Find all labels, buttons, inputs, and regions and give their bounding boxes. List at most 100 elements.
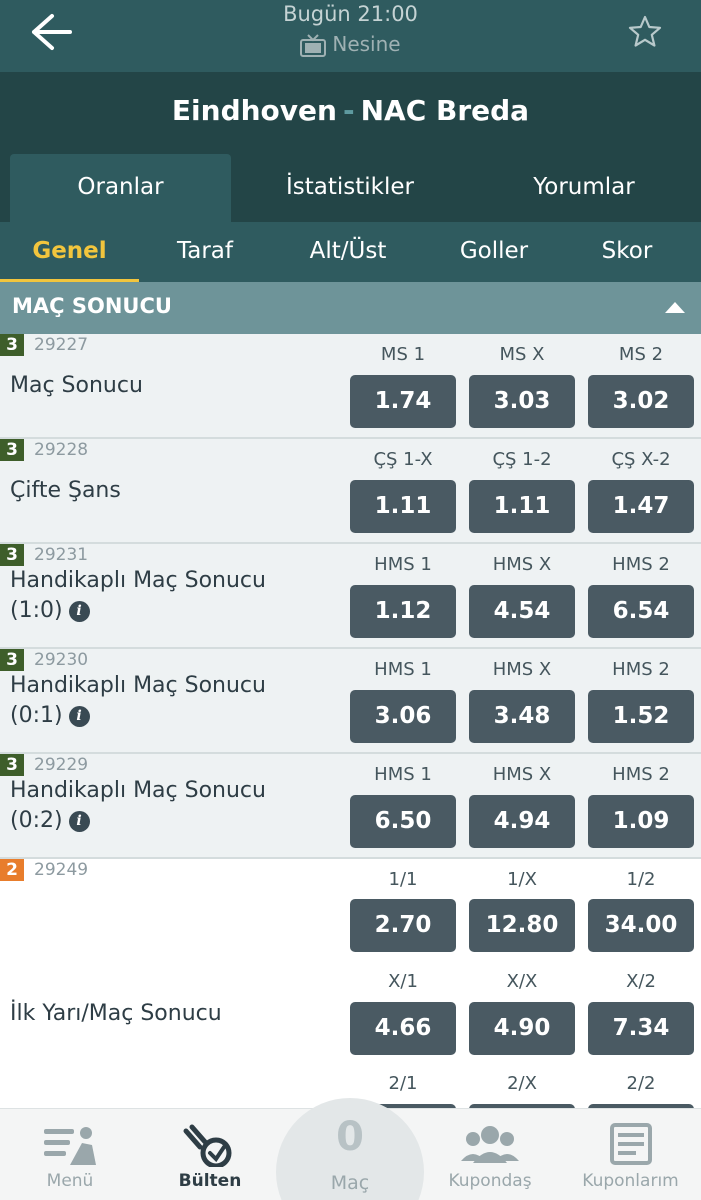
odds-button[interactable]: 1.47 [588, 480, 694, 533]
market-row: 3 29229 Handikaplı Maç Sonucu (0:2) i HMS … [0, 754, 701, 859]
odds-button[interactable]: 1.12 [350, 585, 456, 638]
subtab-genel[interactable]: Genel [0, 222, 139, 282]
odds-label: 1/X [507, 869, 537, 890]
market-code: 29249 [34, 860, 89, 880]
market-name-text: İlk Yarı/Maç Sonucu [10, 1001, 222, 1026]
community-icon [461, 1126, 519, 1163]
section-title: MAÇ SONUCU [12, 294, 172, 318]
market-name-text: Handikaplı Maç Sonucu [10, 568, 266, 593]
subtab-alt-ust[interactable]: Alt/Üst [271, 222, 425, 282]
odds-button[interactable]: 12.80 [469, 899, 575, 952]
odds-label: MS 1 [380, 344, 426, 365]
team-separator: - [342, 94, 355, 127]
market-row: 3 29231 Handikaplı Maç Sonucu (1:0) i HMS … [0, 544, 701, 649]
main-tabs: Oranlar İstatistikler Yorumlar [0, 154, 701, 222]
market-handicap: (0:2) [10, 808, 63, 833]
odds-label: HMS 1 [374, 764, 432, 785]
odds-button[interactable]: 3.03 [469, 375, 575, 428]
market-badge: 3 [0, 649, 24, 671]
menu-icon [44, 1127, 96, 1165]
odds-label: X/1 [388, 971, 418, 992]
tab-yorumlar[interactable]: Yorumlar [470, 154, 698, 222]
odds-label: MS X [499, 344, 545, 365]
odds-button[interactable]: 3.02 [588, 375, 694, 428]
odds-button[interactable]: 4.94 [469, 795, 575, 848]
market-code: 29231 [34, 545, 89, 565]
market-badge: 3 [0, 334, 24, 356]
top-bar: Bugün 21:00 Nesine [0, 0, 701, 72]
odds-label: 2/2 [626, 1073, 656, 1094]
odds-button[interactable]: 3.06 [350, 690, 456, 743]
subtab-goller[interactable]: Goller [425, 222, 563, 282]
away-team: NAC Breda [360, 94, 530, 127]
odds-button[interactable]: 3.48 [469, 690, 575, 743]
market-row-htft: 2 29249 İlk Yarı/Maç Sonucu 1/1 1/X 1/2 … [0, 859, 701, 1119]
odds-label: HMS X [492, 659, 552, 680]
info-icon[interactable]: i [68, 810, 90, 832]
collapse-caret-icon[interactable] [664, 300, 686, 314]
market-handicap: (0:1) [10, 703, 63, 728]
nav-kuponlarim[interactable]: Kuponlarım [560, 1109, 701, 1200]
odds-label: ÇŞ X-2 [611, 449, 671, 470]
market-badge: 3 [0, 754, 24, 776]
market-name-text: Handikaplı Maç Sonucu [10, 673, 266, 698]
odds-label: 2/X [507, 1073, 537, 1094]
odds-button[interactable]: 1.74 [350, 375, 456, 428]
odds-button[interactable]: 1.52 [588, 690, 694, 743]
market-name-text: Handikaplı Maç Sonucu [10, 778, 266, 803]
odds-label: 1/2 [626, 869, 656, 890]
basket-label: Maç [330, 1172, 370, 1194]
market-badge: 3 [0, 544, 24, 566]
nav-menu-label: Menü [46, 1171, 94, 1191]
tv-icon [300, 33, 327, 57]
section-header[interactable]: MAÇ SONUCU [0, 282, 701, 334]
odds-label: X/2 [626, 971, 656, 992]
market-handicap: (1:0) [10, 598, 63, 623]
tab-istatistikler[interactable]: İstatistikler [240, 154, 460, 222]
nav-bulten[interactable]: Bülten [140, 1109, 280, 1200]
odds-label: ÇŞ 1-X [373, 449, 433, 470]
favorite-star-icon[interactable] [627, 14, 663, 50]
market-name: Maç Sonucu [10, 371, 340, 401]
odds-label: HMS 2 [612, 764, 670, 785]
market-code: 29230 [34, 650, 89, 670]
basket-button[interactable]: 0 Maç [276, 1098, 424, 1200]
odds-label: ÇŞ 1-2 [492, 449, 552, 470]
info-icon[interactable]: i [68, 600, 90, 622]
market-name: İlk Yarı/Maç Sonucu [10, 999, 340, 1029]
market-row: 3 29228 Çifte Şans ÇŞ 1-X ÇŞ 1-2 ÇŞ X-2 … [0, 439, 701, 544]
nav-kupondas-label: Kupondaş [448, 1171, 532, 1191]
tab-oranlar[interactable]: Oranlar [10, 154, 231, 222]
match-time: Bugün 21:00 [283, 2, 418, 26]
nav-menu[interactable]: Menü [0, 1109, 140, 1200]
odds-button[interactable]: 1.09 [588, 795, 694, 848]
subtab-skor[interactable]: Skor [563, 222, 691, 282]
odds-button[interactable]: 4.54 [469, 585, 575, 638]
odds-button[interactable]: 1.11 [350, 480, 456, 533]
odds-button[interactable]: 2.70 [350, 899, 456, 952]
odds-button[interactable]: 34.00 [588, 899, 694, 952]
basket-count: 0 [336, 1114, 364, 1160]
match-title: Eindhoven - NAC Breda [0, 94, 701, 127]
market-name: Çifte Şans [10, 476, 340, 506]
odds-label: MS 2 [618, 344, 664, 365]
odds-button[interactable]: 6.54 [588, 585, 694, 638]
market-row: 3 29227 Maç Sonucu MS 1 MS X MS 2 1.74 3… [0, 334, 701, 439]
subtab-taraf[interactable]: Taraf [139, 222, 271, 282]
odds-label: HMS X [492, 764, 552, 785]
odds-button[interactable]: 4.66 [350, 1002, 456, 1055]
odds-button[interactable]: 6.50 [350, 795, 456, 848]
odds-button[interactable]: 1.11 [469, 480, 575, 533]
channel-name: Nesine [332, 32, 401, 56]
match-header: Eindhoven - NAC Breda Oranlar İstatistikle… [0, 72, 701, 222]
odds-button[interactable]: 4.90 [469, 1002, 575, 1055]
info-icon[interactable]: i [68, 705, 90, 727]
market-category-tabs: Genel Taraf Alt/Üst Goller Skor [0, 222, 701, 282]
home-team: Eindhoven [171, 94, 337, 127]
market-badge: 2 [0, 859, 24, 881]
market-name: Handikaplı Maç Sonucu (1:0) i [10, 566, 340, 626]
odds-label: HMS 1 [374, 554, 432, 575]
nav-kupondas[interactable]: Kupondaş [420, 1109, 560, 1200]
odds-label: 1/1 [388, 869, 418, 890]
odds-button[interactable]: 7.34 [588, 1002, 694, 1055]
